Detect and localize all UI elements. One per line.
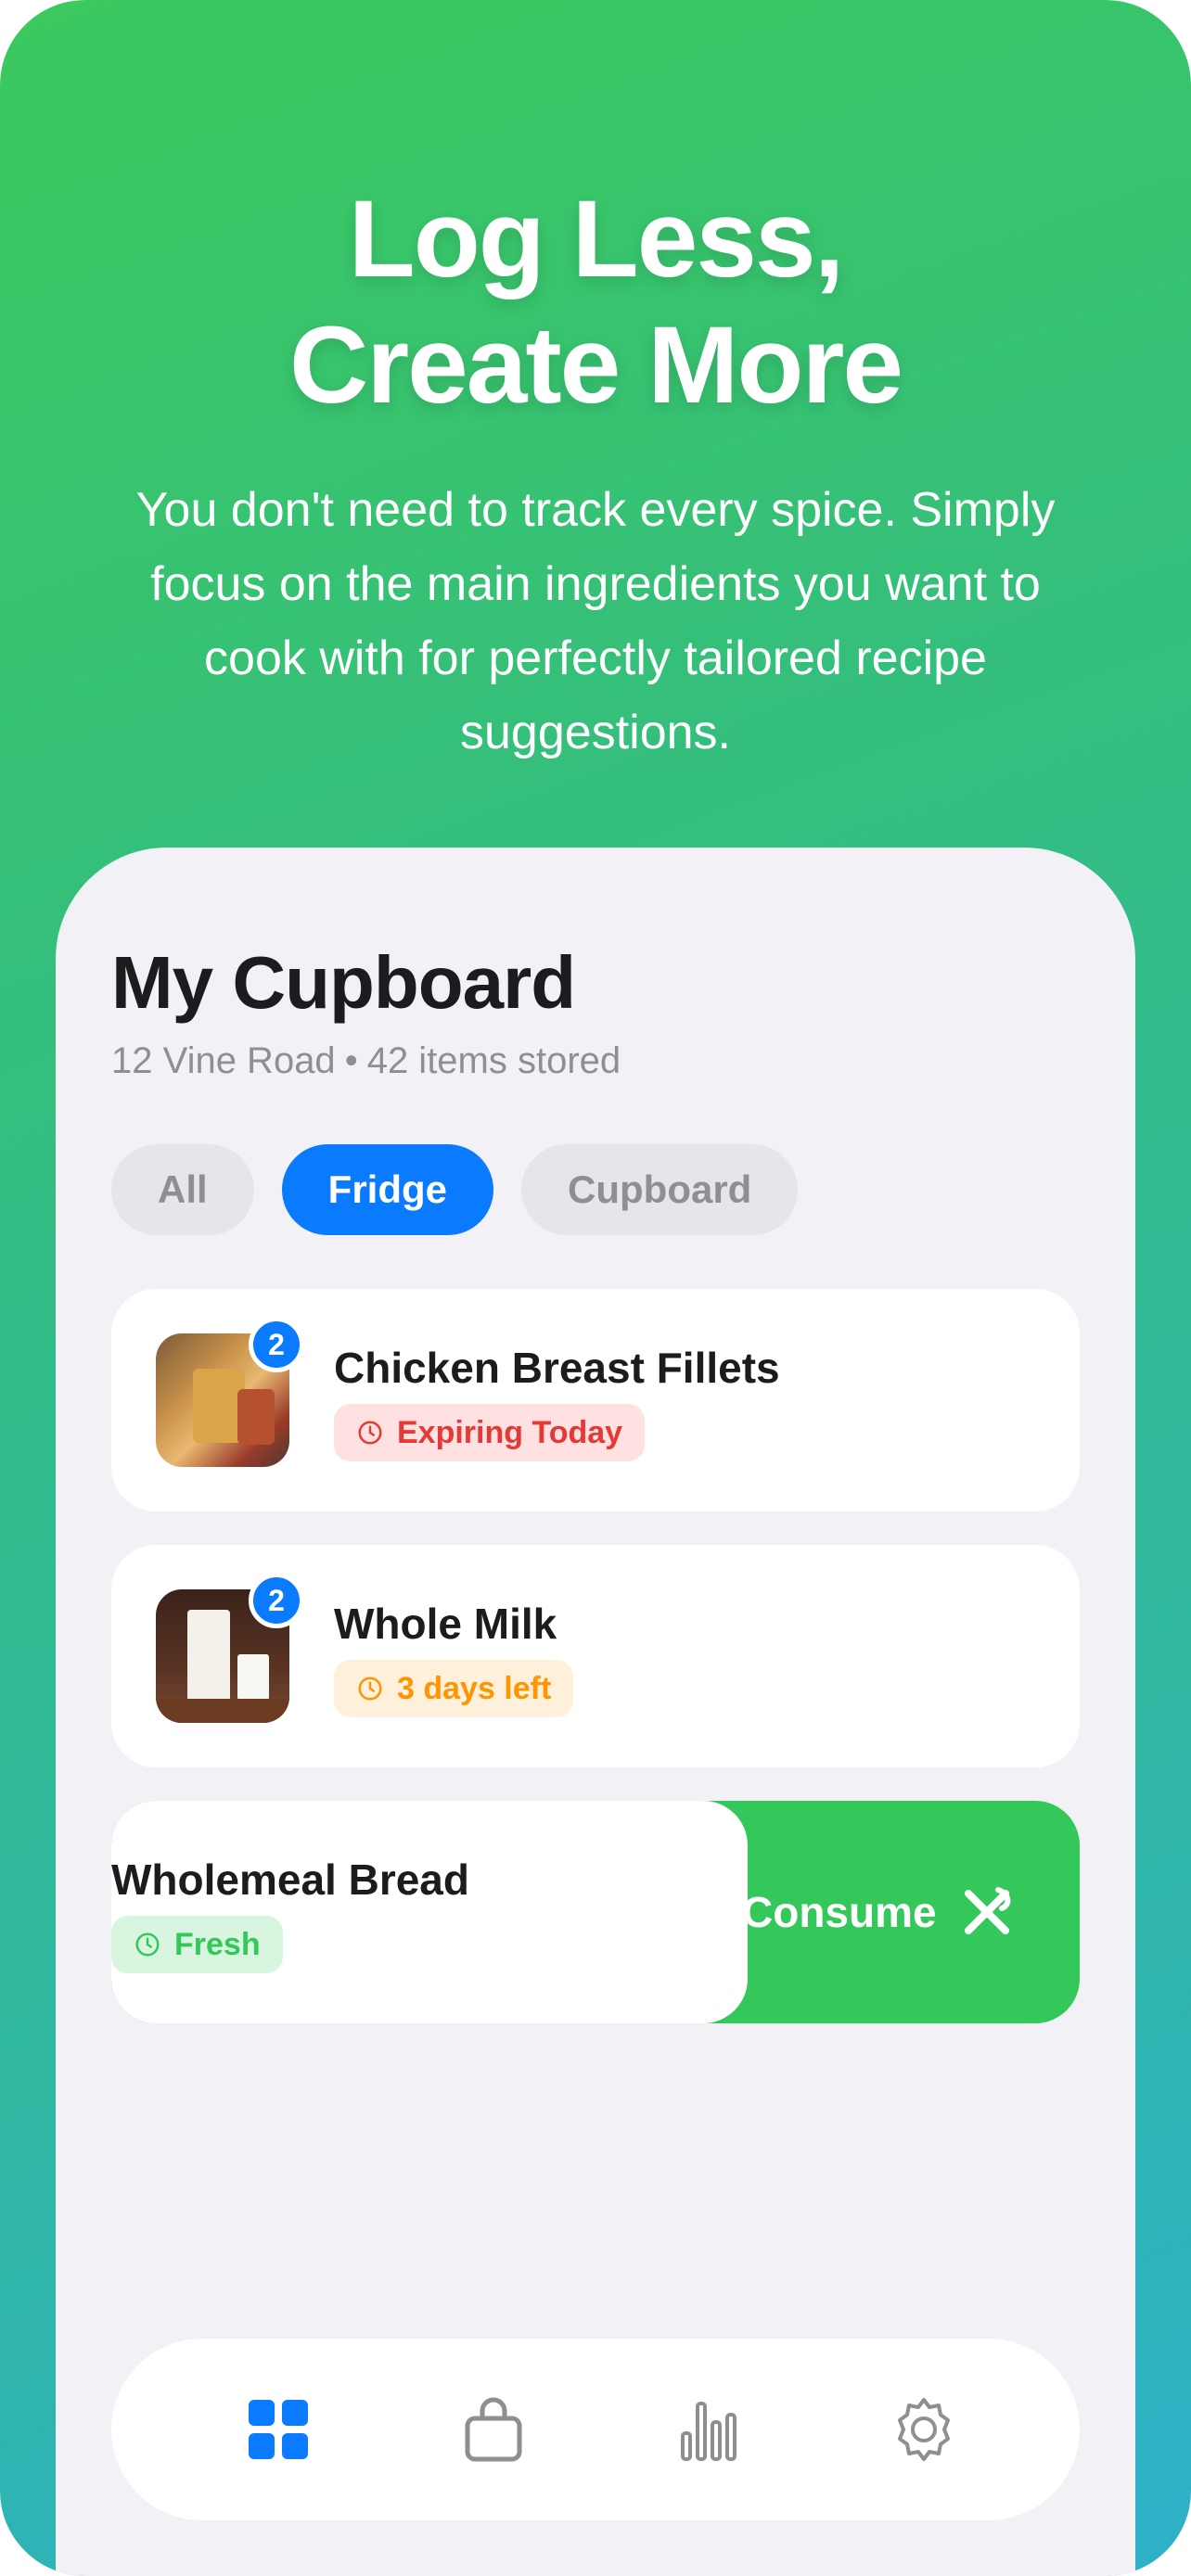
filter-chips: All Fridge Cupboard <box>111 1144 799 1235</box>
glass-shape <box>237 1654 269 1702</box>
tab-shopping[interactable] <box>456 2392 531 2467</box>
app-screen: Log Less, Create More You don't need to … <box>0 0 1191 2576</box>
clock-icon <box>358 1421 382 1445</box>
bag-icon <box>465 2397 522 2462</box>
cupboard-subtitle: 12 Vine Road • 42 items stored <box>111 1040 621 1082</box>
location-text: 12 Vine Road <box>111 1040 336 1081</box>
tab-home[interactable] <box>241 2392 315 2467</box>
gear-icon <box>898 2398 950 2461</box>
status-badge: 3 days left <box>334 1660 574 1717</box>
table-shape <box>156 1699 289 1723</box>
status-badge: Expiring Today <box>334 1404 646 1461</box>
status-badge: Fresh <box>111 1916 283 1973</box>
status-text: Expiring Today <box>397 1414 623 1450</box>
hero-subtitle: You don't need to track every spice. Sim… <box>135 483 1056 759</box>
hero-title-line1: Log Less, <box>348 178 845 300</box>
list-item[interactable]: Wholemeal Bread Fresh <box>111 1801 748 2023</box>
tab-stats[interactable] <box>672 2392 746 2467</box>
quantity-badge: 2 <box>249 1573 304 1628</box>
package-shape <box>237 1389 275 1445</box>
grid-icon <box>249 2400 308 2459</box>
hero-title: Log Less, Create More <box>0 176 1191 428</box>
status-text: 3 days left <box>397 1670 552 1706</box>
list-item[interactable]: 2 Whole Milk 3 days left <box>111 1545 1080 1767</box>
chart-icon <box>681 2402 736 2461</box>
tab-bar <box>111 2339 1080 2520</box>
phone-mockup: My Cupboard 12 Vine Road • 42 items stored… <box>56 848 1135 2576</box>
status-text: Fresh <box>174 1926 261 1962</box>
hero-title-line2: Create More <box>288 304 903 427</box>
consume-label: Consume <box>742 1888 937 1936</box>
list-item[interactable]: 2 Chicken Breast Fillets Expiring Today <box>111 1289 1080 1511</box>
clock-icon <box>358 1677 382 1701</box>
quantity-badge: 2 <box>249 1317 304 1372</box>
page-title: My Cupboard <box>111 941 576 1024</box>
item-name: Whole Milk <box>334 1600 557 1648</box>
fork-knife-icon <box>964 1887 1010 1934</box>
filter-cupboard-chip[interactable]: Cupboard <box>521 1144 799 1235</box>
item-count-text: 42 items stored <box>366 1040 621 1081</box>
filter-fridge-chip[interactable]: Fridge <box>281 1144 494 1235</box>
swipe-row[interactable]: Consume Wholemeal Bread Fresh <box>111 1801 1080 2023</box>
tab-settings[interactable] <box>887 2392 961 2467</box>
clock-icon <box>135 1932 160 1957</box>
carton-shape <box>187 1610 230 1702</box>
consume-action-button[interactable]: Consume <box>742 1801 1080 2023</box>
separator-dot: • <box>344 1040 358 1081</box>
item-name: Chicken Breast Fillets <box>334 1344 780 1392</box>
filter-all-chip[interactable]: All <box>111 1144 254 1235</box>
item-name: Wholemeal Bread <box>111 1855 469 1904</box>
